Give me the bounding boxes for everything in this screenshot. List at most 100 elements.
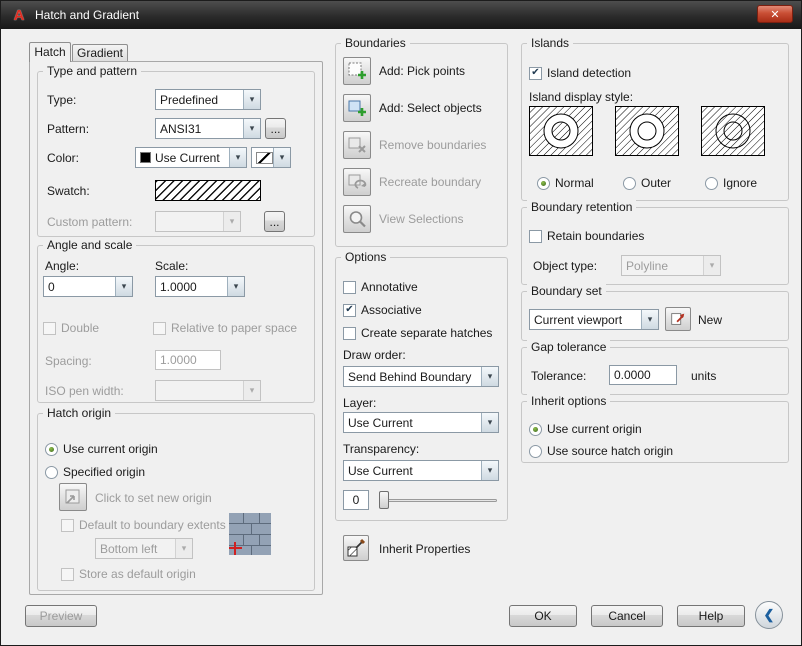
island-outer-icon xyxy=(615,106,679,156)
annotative-label: Annotative xyxy=(361,280,418,294)
type-select-value: Predefined xyxy=(156,93,243,107)
layer-select[interactable]: Use Current ▾ xyxy=(343,412,499,433)
layer-label: Layer: xyxy=(343,396,376,410)
new-boundary-set-icon xyxy=(669,310,687,328)
island-normal-radio[interactable]: Normal xyxy=(537,176,594,190)
checkbox-icon xyxy=(153,322,166,335)
chevron-down-icon: ▾ xyxy=(243,381,260,400)
inherit-options-legend: Inherit options xyxy=(527,394,610,408)
annotative-checkbox[interactable]: Annotative xyxy=(343,280,418,294)
inherit-use-current-origin-radio[interactable]: Use current origin xyxy=(529,422,642,436)
slider-track xyxy=(379,499,497,502)
boundary-set-value: Current viewport xyxy=(530,313,641,327)
close-icon: ✕ xyxy=(770,8,779,21)
draw-order-select[interactable]: Send Behind Boundary ▾ xyxy=(343,366,499,387)
specified-origin-radio[interactable]: Specified origin xyxy=(45,465,145,479)
color-select[interactable]: Use Current ▾ xyxy=(135,147,247,168)
island-detection-checkbox[interactable]: ✔ Island detection xyxy=(529,66,631,80)
island-normal-label: Normal xyxy=(555,176,594,190)
double-label: Double xyxy=(61,321,99,335)
checkbox-icon xyxy=(61,568,74,581)
checkbox-icon xyxy=(343,327,356,340)
options-legend: Options xyxy=(341,250,390,264)
slider-thumb[interactable] xyxy=(379,491,389,509)
autocad-logo-icon: A xyxy=(9,7,29,24)
ok-button[interactable]: OK xyxy=(509,605,577,627)
inherit-properties-label[interactable]: Inherit Properties xyxy=(379,542,470,556)
relative-label: Relative to paper space xyxy=(171,321,297,335)
pattern-label: Pattern: xyxy=(47,122,89,136)
add-select-objects-label[interactable]: Add: Select objects xyxy=(379,101,482,115)
new-boundary-set-button[interactable] xyxy=(665,307,691,331)
type-and-pattern-legend: Type and pattern xyxy=(43,64,141,78)
transparency-slider[interactable] xyxy=(379,490,497,510)
island-ignore-icon xyxy=(701,106,765,156)
retain-boundaries-label: Retain boundaries xyxy=(547,229,644,243)
transparency-amount-field[interactable]: 0 xyxy=(343,490,369,510)
retain-boundaries-checkbox[interactable]: Retain boundaries xyxy=(529,229,644,243)
chevron-down-icon: ▾ xyxy=(481,413,498,432)
angle-label: Angle: xyxy=(45,259,79,273)
associative-label: Associative xyxy=(361,303,422,317)
chevron-down-icon: ▾ xyxy=(481,367,498,386)
collapse-dialog-button[interactable]: ❮ xyxy=(755,601,783,629)
remove-boundaries-button xyxy=(343,131,371,159)
tab-gradient[interactable]: Gradient xyxy=(72,44,128,62)
scale-select[interactable]: 1.0000 ▾ xyxy=(155,276,245,297)
specified-origin-label: Specified origin xyxy=(63,465,145,479)
titlebar[interactable]: A Hatch and Gradient ✕ xyxy=(1,1,801,29)
pattern-swatch-preview[interactable] xyxy=(155,180,261,201)
checkbox-icon xyxy=(343,281,356,294)
collapse-chevron-icon: ❮ xyxy=(764,607,775,623)
tab-hatch[interactable]: Hatch xyxy=(29,42,71,62)
islands-legend: Islands xyxy=(527,36,573,50)
add-select-objects-button[interactable] xyxy=(343,94,371,122)
island-style-ignore-image[interactable] xyxy=(701,106,765,161)
pattern-select[interactable]: ANSI31 ▾ xyxy=(155,118,261,139)
hatch-origin-legend: Hatch origin xyxy=(43,406,115,420)
checkbox-checked-icon: ✔ xyxy=(343,304,356,317)
store-default-origin-checkbox: Store as default origin xyxy=(61,567,196,581)
add-pick-points-label[interactable]: Add: Pick points xyxy=(379,64,465,78)
background-color-select[interactable]: ▾ xyxy=(251,147,291,168)
chevron-down-icon: ▾ xyxy=(243,90,260,109)
boundary-set-select[interactable]: Current viewport ▾ xyxy=(529,309,659,330)
transparency-select[interactable]: Use Current ▾ xyxy=(343,460,499,481)
brick-swatch-icon xyxy=(229,513,271,555)
inherit-properties-button[interactable] xyxy=(343,535,369,561)
create-separate-hatches-checkbox[interactable]: Create separate hatches xyxy=(343,326,492,340)
add-pick-points-button[interactable] xyxy=(343,57,371,85)
remove-boundaries-icon xyxy=(347,135,367,155)
checkbox-icon xyxy=(529,230,542,243)
view-selections-icon xyxy=(347,209,367,229)
object-type-label: Object type: xyxy=(533,259,597,273)
units-label: units xyxy=(691,369,716,383)
type-select[interactable]: Predefined ▾ xyxy=(155,89,261,110)
tolerance-field[interactable]: 0.0000 xyxy=(609,365,677,385)
chevron-down-icon: ▾ xyxy=(243,119,260,138)
custom-pattern-browse-button[interactable]: ... xyxy=(264,211,285,232)
options-group xyxy=(335,257,508,521)
close-button[interactable]: ✕ xyxy=(757,5,793,23)
island-style-normal-image[interactable] xyxy=(529,106,593,161)
transparency-label: Transparency: xyxy=(343,442,419,456)
use-current-origin-radio[interactable]: Use current origin xyxy=(45,442,158,456)
help-button[interactable]: Help xyxy=(677,605,745,627)
island-style-outer-image[interactable] xyxy=(615,106,679,161)
extent-corner-value: Bottom left xyxy=(96,542,175,556)
chevron-down-icon: ▾ xyxy=(175,539,192,558)
associative-checkbox[interactable]: ✔ Associative xyxy=(343,303,422,317)
cancel-button[interactable]: Cancel xyxy=(591,605,663,627)
inherit-properties-icon xyxy=(346,538,366,558)
extent-corner-select: Bottom left ▾ xyxy=(95,538,193,559)
scale-value: 1.0000 xyxy=(156,280,227,294)
angle-select[interactable]: 0 ▾ xyxy=(43,276,133,297)
island-outer-radio[interactable]: Outer xyxy=(623,176,671,190)
inherit-use-source-origin-radio[interactable]: Use source hatch origin xyxy=(529,444,673,458)
angle-and-scale-legend: Angle and scale xyxy=(43,238,136,252)
pattern-browse-button[interactable]: ... xyxy=(265,118,286,139)
island-ignore-radio[interactable]: Ignore xyxy=(705,176,757,190)
boundary-retention-legend: Boundary retention xyxy=(527,200,636,214)
preview-button[interactable]: Preview xyxy=(25,605,97,627)
set-origin-icon xyxy=(63,487,83,507)
